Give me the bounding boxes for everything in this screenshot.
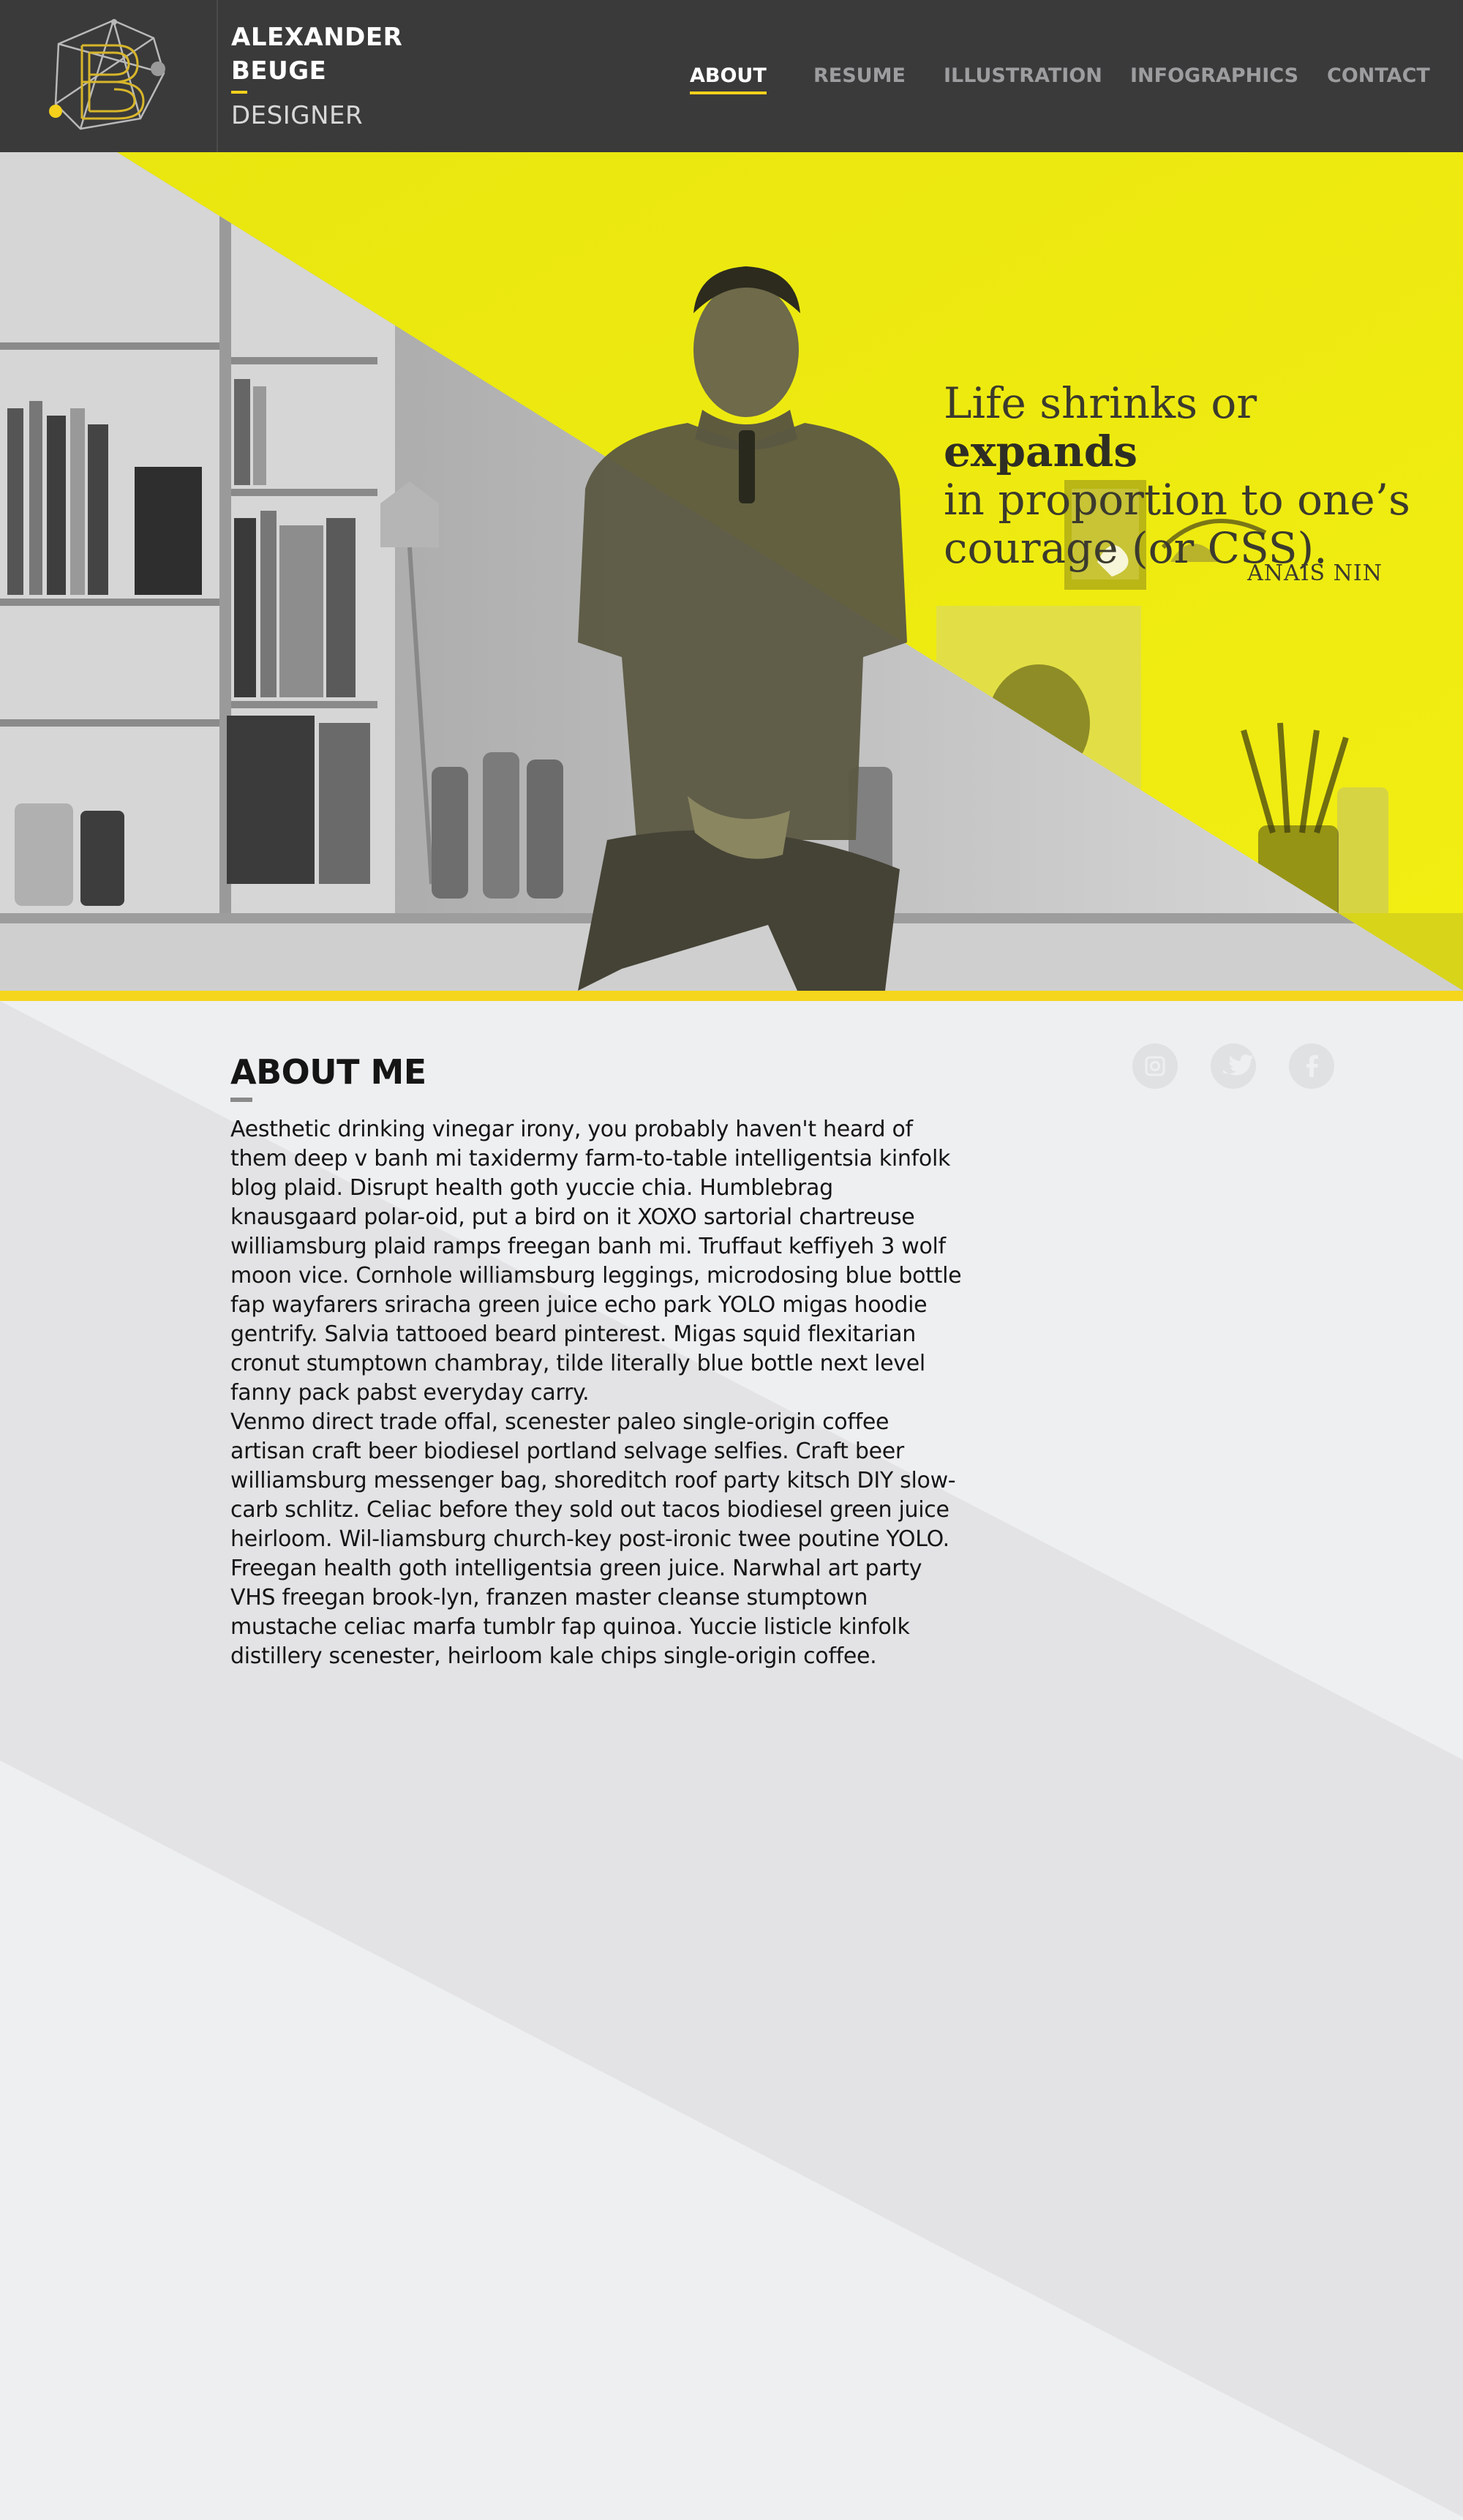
quote-word-expands: expands — [944, 427, 1137, 476]
instagram-icon — [1145, 1056, 1165, 1076]
twitter-link[interactable] — [1211, 1043, 1256, 1089]
nav-item-infographics[interactable]: INFOGRAPHICS — [1130, 64, 1298, 87]
brand-name-first: ALEXANDER — [231, 23, 403, 52]
about-title-underline — [230, 1098, 252, 1102]
brand-divider — [231, 91, 247, 94]
nav-item-illustration[interactable]: ILLUSTRATION — [944, 64, 1102, 87]
about-paragraph-1: Aesthetic drinking vinegar irony, you pr… — [230, 1117, 962, 1406]
nav-item-contact[interactable]: CONTACT — [1327, 64, 1430, 87]
quote-word-life: Life — [944, 378, 1026, 428]
twitter-icon — [1223, 1054, 1254, 1076]
quote-word-or: or — [1211, 378, 1257, 428]
hero-accent-strip — [0, 991, 1463, 1001]
brand-role: DESIGNER — [231, 101, 364, 130]
about-paragraph-2: Venmo direct trade offal, scenester pale… — [230, 1409, 956, 1669]
quote-author: ANAIS NIN — [1247, 560, 1383, 586]
facebook-icon — [1306, 1055, 1318, 1077]
brand-name-last: BEUGE — [231, 56, 327, 86]
facebook-link[interactable] — [1289, 1043, 1334, 1089]
nav-item-about[interactable]: ABOUT — [690, 64, 767, 94]
about-title: ABOUT ME — [230, 1052, 426, 1092]
hero-section: Life shrinks or expands in proportion to… — [0, 152, 1463, 991]
quote-line-2: in proportion to one’s — [944, 475, 1410, 525]
brand-block: ALEXANDER BEUGE DESIGNER — [231, 20, 421, 130]
nav-item-resume[interactable]: RESUME — [813, 64, 906, 87]
hero-quote: Life shrinks or expands in proportion to… — [944, 379, 1441, 572]
quote-word-shrinks: shrinks — [1039, 378, 1197, 428]
instagram-link[interactable] — [1132, 1043, 1178, 1089]
site-header: ALEXANDER BEUGE DESIGNER ABOUT RESUME IL… — [0, 0, 1463, 152]
logo-link[interactable] — [0, 0, 218, 152]
monogram-b-logo — [49, 19, 165, 130]
